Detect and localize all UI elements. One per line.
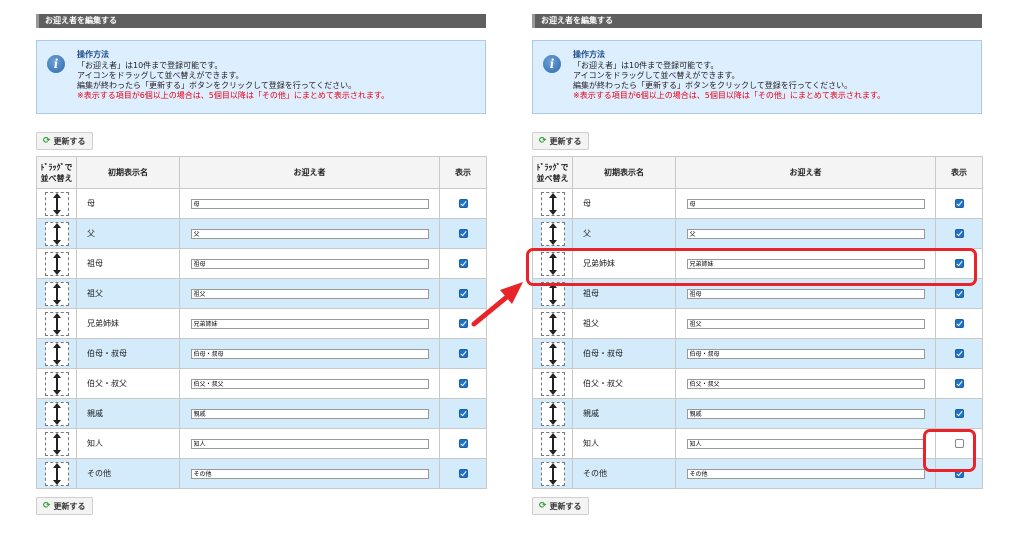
direction-arrow [471, 282, 523, 327]
